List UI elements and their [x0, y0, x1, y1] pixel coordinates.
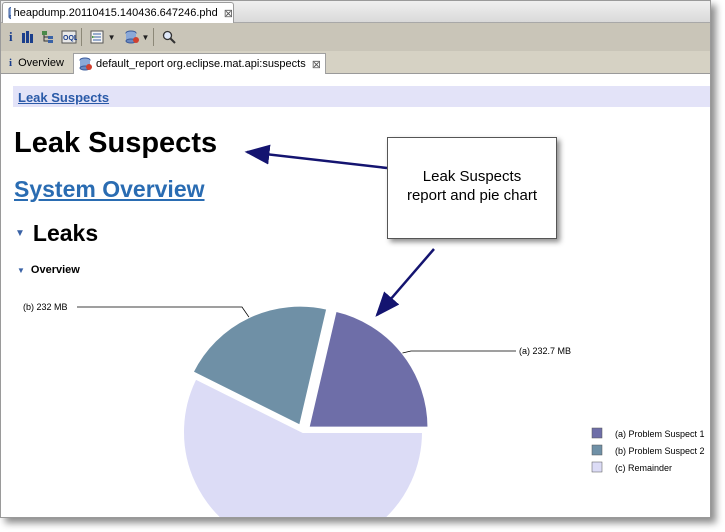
arrow-to-title [244, 144, 388, 170]
leader-line-b [77, 306, 250, 318]
slice-label-b: (b) 232 MB [23, 302, 68, 312]
legend-swatch [591, 427, 603, 439]
chart-layer: (a) 232.7 MB (b) 232 MB (a) Problem Suspe… [23, 144, 705, 517]
slice-label-a: (a) 232.7 MB [519, 346, 571, 356]
legend-label: (c) Remainder [615, 463, 672, 473]
legend-label: (b) Problem Suspect 2 [615, 446, 705, 456]
legend-swatch [591, 461, 603, 473]
arrow-to-pie [375, 248, 435, 317]
callout-line-2: report and pie chart [406, 187, 538, 204]
callout-box: Leak Suspects report and pie chart [387, 137, 557, 239]
pie-chart: (a) 232.7 MB (b) 232 MB [23, 302, 571, 517]
chart-legend: (a) Problem Suspect 1 (b) Problem Suspect… [591, 427, 705, 473]
legend-swatch [591, 444, 603, 456]
leader-line-a [402, 350, 516, 354]
mat-window: heapdump.20110415.140436.647246.phd ⊠ i … [0, 0, 711, 518]
callout-line-1: Leak Suspects [422, 168, 522, 185]
pie-slice-a [307, 309, 430, 429]
legend-label: (a) Problem Suspect 1 [615, 429, 705, 439]
